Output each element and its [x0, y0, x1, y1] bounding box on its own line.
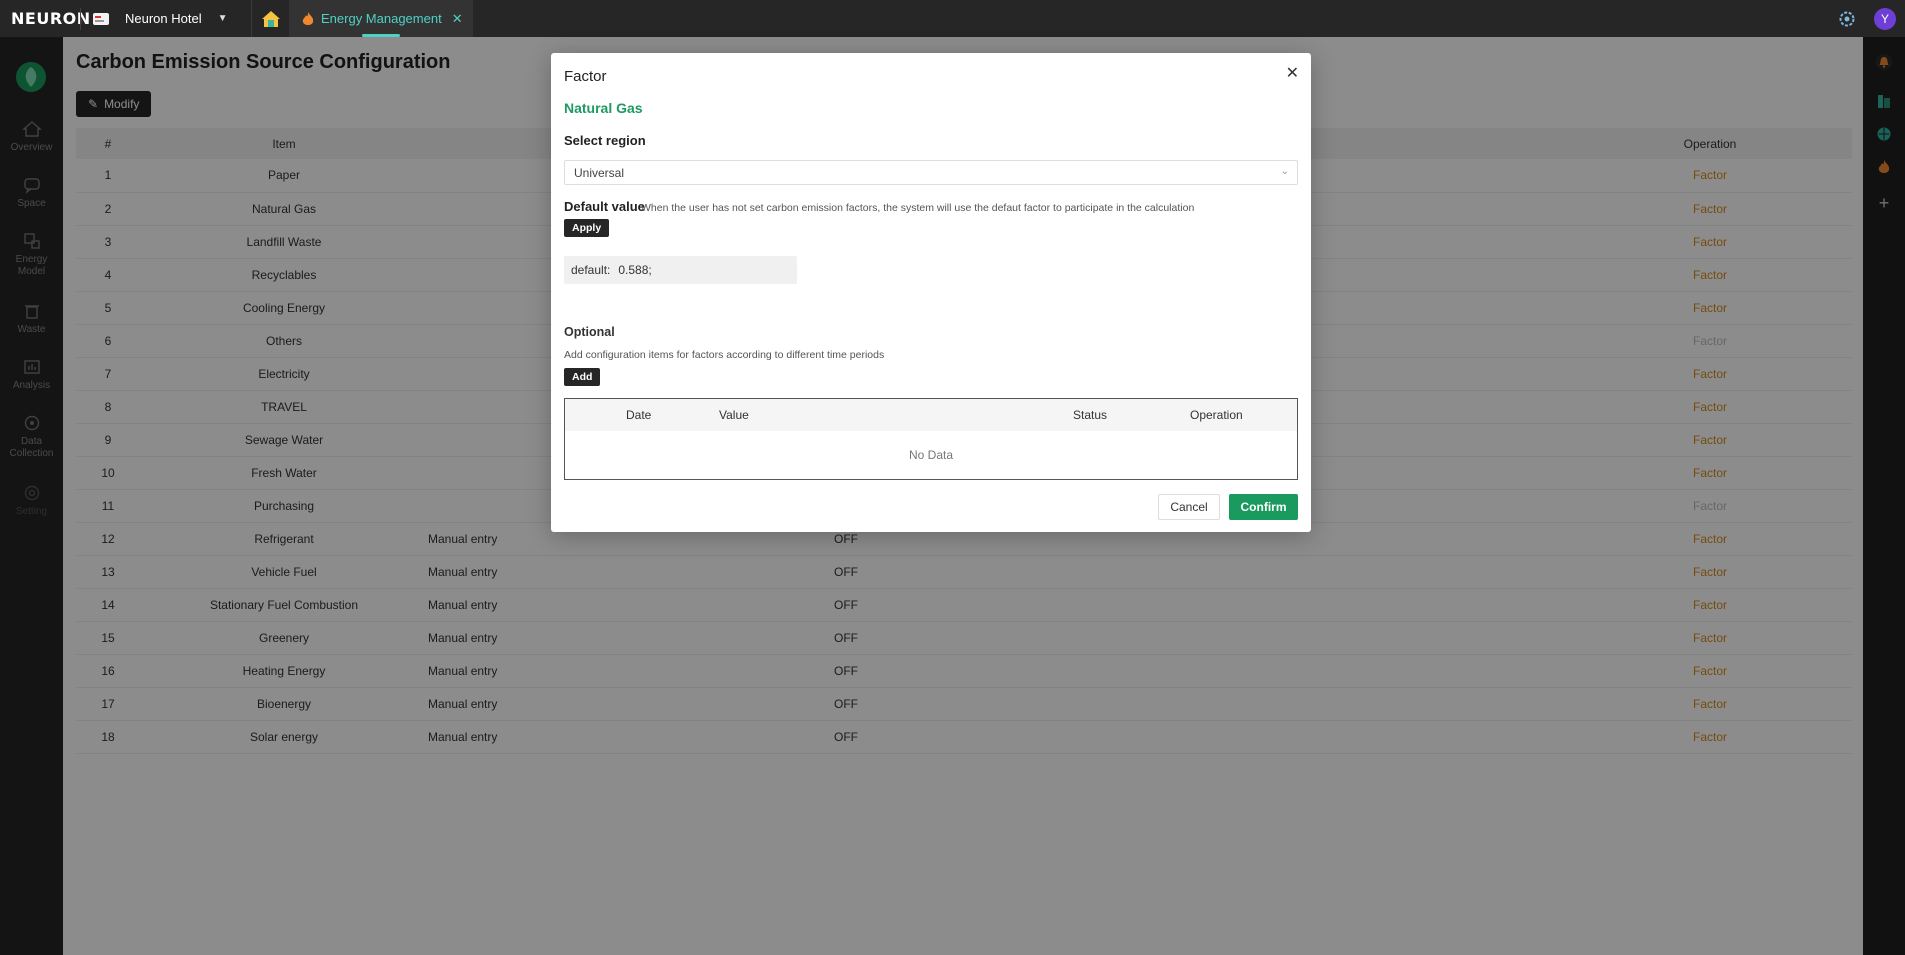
- top-bar: NEURON Neuron Hotel ▼ Energy Management …: [0, 0, 1905, 37]
- region-label: Select region: [564, 133, 646, 148]
- settings-icon[interactable]: [1838, 10, 1856, 28]
- flame-icon: [302, 11, 314, 25]
- default-value-display: default: 0.588;: [564, 256, 797, 284]
- logo: NEURON: [11, 9, 91, 28]
- home-tab[interactable]: [251, 0, 289, 37]
- table-header-row: Date Value Status Operation: [565, 399, 1297, 431]
- col-header-operation: Operation: [1190, 408, 1243, 422]
- cancel-button[interactable]: Cancel: [1158, 494, 1220, 520]
- add-button[interactable]: Add: [564, 368, 601, 386]
- default-val: 0.588;: [618, 263, 652, 277]
- avatar[interactable]: Y: [1874, 7, 1896, 30]
- default-key: default:: [571, 263, 611, 277]
- chevron-down-icon: ⌄: [1280, 166, 1289, 177]
- divider: [80, 7, 81, 30]
- col-header-value: Value: [719, 408, 749, 422]
- close-icon[interactable]: ✕: [1286, 63, 1299, 83]
- close-tab-icon[interactable]: ✕: [452, 11, 463, 27]
- dialog-title: Factor: [564, 68, 607, 85]
- dashboard-icon[interactable]: [89, 0, 113, 37]
- empty-state: No Data: [908, 448, 954, 462]
- hotel-selector[interactable]: Neuron Hotel ▼: [121, 11, 251, 26]
- region-select[interactable]: Universal ⌄: [564, 160, 1298, 185]
- factor-period-table: Date Value Status Operation No Data: [564, 398, 1298, 480]
- col-header-status: Status: [1073, 408, 1108, 422]
- apply-button[interactable]: Apply: [564, 219, 610, 237]
- tab-label: Energy Management: [321, 11, 442, 26]
- chevron-down-icon: ▼: [217, 13, 228, 24]
- confirm-button[interactable]: Confirm: [1229, 494, 1298, 520]
- col-header-date: Date: [626, 408, 652, 422]
- tab-energy-management[interactable]: Energy Management ✕: [289, 0, 473, 37]
- optional-description: Add configuration items for factors acco…: [564, 349, 885, 361]
- factor-dialog: Factor ✕ Natural Gas Select region Unive…: [551, 53, 1311, 532]
- default-value-label: Default value: [564, 199, 645, 214]
- home-icon: [261, 10, 280, 27]
- dialog-subtitle: Natural Gas: [564, 100, 643, 116]
- optional-label: Optional: [564, 325, 615, 339]
- region-value: Universal: [574, 165, 625, 180]
- default-value-note: When the user has not set carbon emissio…: [641, 202, 1195, 214]
- hotel-name: Neuron Hotel: [125, 11, 202, 26]
